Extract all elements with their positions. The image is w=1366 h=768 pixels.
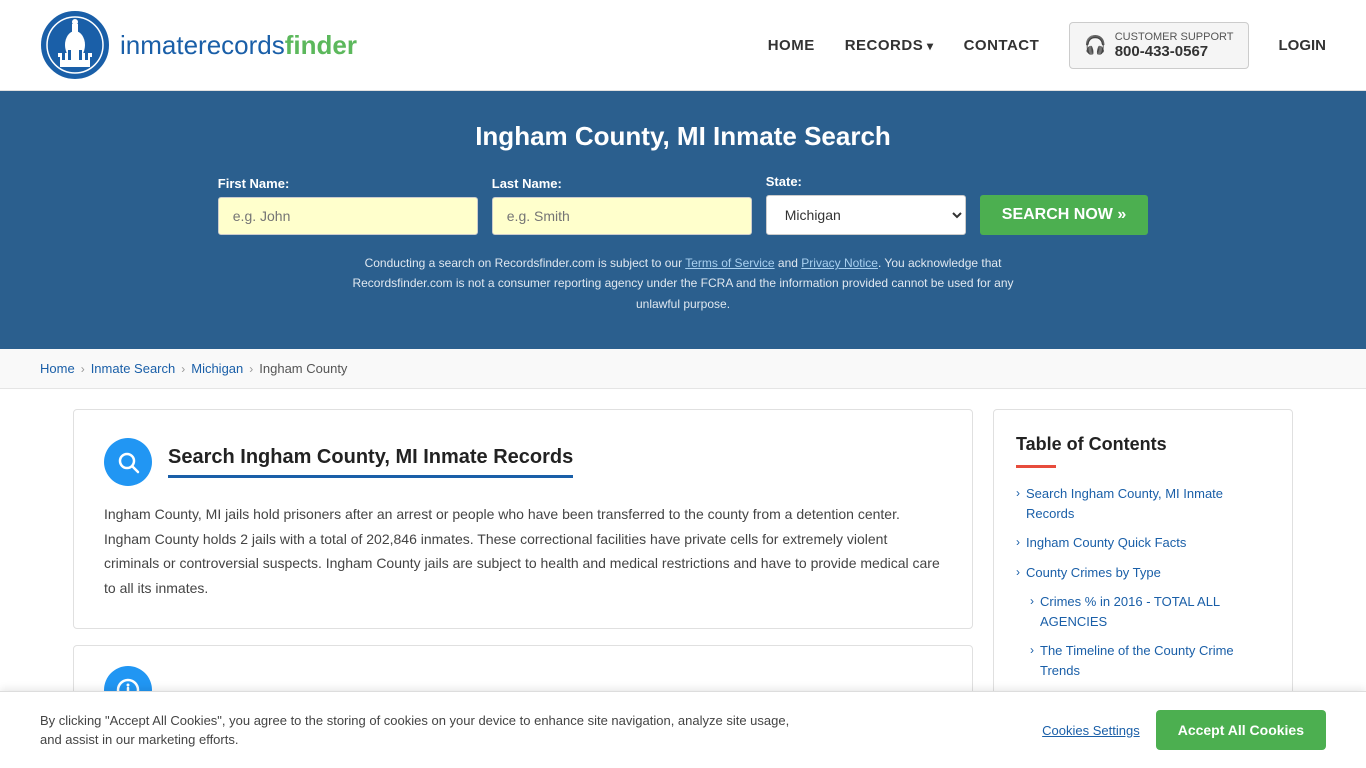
breadcrumb-inmate-search[interactable]: Inmate Search [91, 361, 176, 376]
first-name-group: First Name: [218, 176, 478, 235]
logo-text: inmaterecordsfinder [120, 30, 357, 61]
main-content: Search Ingham County, MI Inmate Records … [43, 409, 1323, 735]
support-number: 800-433-0567 [1115, 43, 1234, 60]
toc-item-0[interactable]: › Search Ingham County, MI Inmate Record… [1016, 484, 1270, 523]
search-form: First Name: Last Name: State: Michigan A… [40, 174, 1326, 235]
hero-disclaimer: Conducting a search on Recordsfinder.com… [333, 253, 1033, 314]
main-nav: HOME RECORDS CONTACT 🎧 CUSTOMER SUPPORT … [768, 22, 1326, 69]
search-icon [104, 438, 152, 486]
toc-link-1[interactable]: Ingham County Quick Facts [1026, 533, 1186, 553]
hero-title: Ingham County, MI Inmate Search [40, 121, 1326, 152]
cookie-text: By clicking "Accept All Cookies", you ag… [40, 711, 790, 750]
support-label: CUSTOMER SUPPORT [1115, 31, 1234, 43]
cookies-settings-button[interactable]: Cookies Settings [1042, 723, 1140, 738]
chevron-right-icon-4: › [1030, 643, 1034, 657]
nav-login[interactable]: LOGIN [1279, 37, 1327, 54]
nav-home[interactable]: HOME [768, 37, 815, 54]
cookie-actions: Cookies Settings Accept All Cookies [1042, 710, 1326, 750]
headset-icon: 🎧 [1084, 35, 1106, 56]
nav-records[interactable]: RECORDS [845, 37, 934, 54]
toc-card: Table of Contents › Search Ingham County… [993, 409, 1293, 715]
search-records-card: Search Ingham County, MI Inmate Records … [73, 409, 973, 629]
first-name-label: First Name: [218, 176, 290, 191]
support-info: CUSTOMER SUPPORT 800-433-0567 [1115, 31, 1234, 60]
cookie-banner: By clicking "Accept All Cookies", you ag… [0, 691, 1366, 768]
toc-link-2[interactable]: County Crimes by Type [1026, 563, 1161, 583]
chevron-right-icon-3: › [1030, 594, 1034, 608]
chevron-right-icon-1: › [1016, 535, 1020, 549]
logo-area: inmaterecordsfinder [40, 10, 357, 80]
sidebar: Table of Contents › Search Ingham County… [993, 409, 1293, 735]
breadcrumb-home[interactable]: Home [40, 361, 75, 376]
card-header: Search Ingham County, MI Inmate Records [104, 438, 942, 486]
breadcrumb: Home › Inmate Search › Michigan › Ingham… [0, 349, 1366, 389]
breadcrumb-sep-1: › [81, 362, 85, 376]
toc-divider [1016, 465, 1056, 468]
toc-link-4[interactable]: The Timeline of the County Crime Trends [1040, 641, 1270, 680]
search-now-button[interactable]: SEARCH NOW » [980, 195, 1148, 235]
chevron-right-icon-2: › [1016, 565, 1020, 579]
toc-item-4[interactable]: › The Timeline of the County Crime Trend… [1030, 641, 1270, 680]
site-header: inmaterecordsfinder HOME RECORDS CONTACT… [0, 0, 1366, 91]
logo-icon [40, 10, 110, 80]
privacy-link[interactable]: Privacy Notice [801, 256, 878, 270]
first-name-input[interactable] [218, 197, 478, 235]
card-body: Ingham County, MI jails hold prisoners a… [104, 502, 942, 600]
card-title: Search Ingham County, MI Inmate Records [168, 446, 573, 469]
breadcrumb-ingham-county: Ingham County [259, 361, 347, 376]
breadcrumb-sep-2: › [181, 362, 185, 376]
state-label: State: [766, 174, 802, 189]
toc-link-0[interactable]: Search Ingham County, MI Inmate Records [1026, 484, 1270, 523]
content-area: Search Ingham County, MI Inmate Records … [73, 409, 973, 735]
hero-section: Ingham County, MI Inmate Search First Na… [0, 91, 1366, 349]
accept-all-cookies-button[interactable]: Accept All Cookies [1156, 710, 1326, 750]
last-name-label: Last Name: [492, 176, 562, 191]
state-select[interactable]: Michigan Alabama Alaska Arizona Arkansas… [766, 195, 966, 235]
state-group: State: Michigan Alabama Alaska Arizona A… [766, 174, 966, 235]
last-name-input[interactable] [492, 197, 752, 235]
customer-support-box: 🎧 CUSTOMER SUPPORT 800-433-0567 [1069, 22, 1248, 69]
toc-item-2[interactable]: › County Crimes by Type [1016, 563, 1270, 583]
toc-link-3[interactable]: Crimes % in 2016 - TOTAL ALL AGENCIES [1040, 592, 1270, 631]
last-name-group: Last Name: [492, 176, 752, 235]
breadcrumb-michigan[interactable]: Michigan [191, 361, 243, 376]
toc-title: Table of Contents [1016, 434, 1270, 455]
nav-contact[interactable]: CONTACT [964, 37, 1040, 54]
toc-item-3[interactable]: › Crimes % in 2016 - TOTAL ALL AGENCIES [1030, 592, 1270, 631]
toc-item-1[interactable]: › Ingham County Quick Facts [1016, 533, 1270, 553]
card-title-area: Search Ingham County, MI Inmate Records [168, 446, 573, 478]
chevron-right-icon-0: › [1016, 486, 1020, 500]
nav-records-group: RECORDS [845, 37, 934, 54]
tos-link[interactable]: Terms of Service [685, 256, 774, 270]
breadcrumb-sep-3: › [249, 362, 253, 376]
